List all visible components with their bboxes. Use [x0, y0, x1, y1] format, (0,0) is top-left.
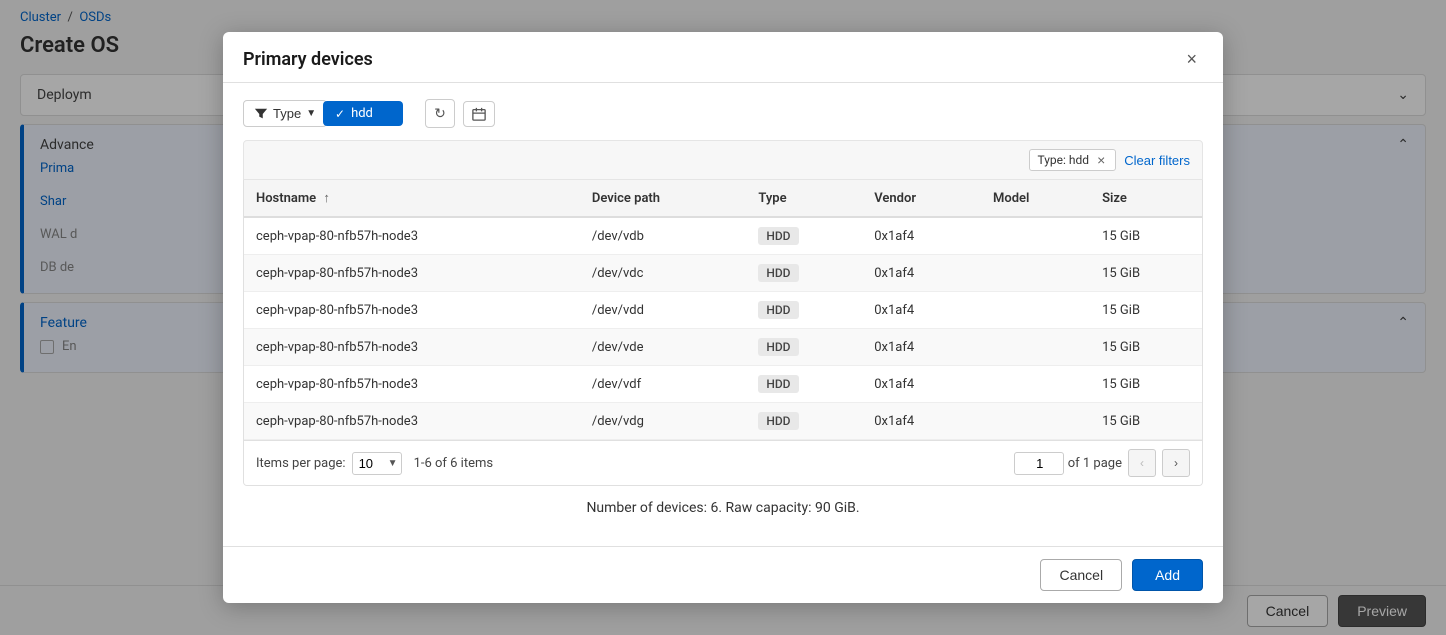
table-row[interactable]: ceph-vpap-80-nfb57h-node3 /dev/vdc HDD 0…: [244, 255, 1202, 292]
cell-hostname: ceph-vpap-80-nfb57h-node3: [244, 329, 580, 366]
filter-tag-close-button[interactable]: ×: [1095, 152, 1107, 168]
cell-size: 15 GiB: [1090, 403, 1202, 440]
cell-device-path: /dev/vdc: [580, 255, 746, 292]
page-nav: of 1 page ‹ ›: [1014, 449, 1190, 477]
cell-vendor: 0x1af4: [862, 366, 981, 403]
modal-cancel-button[interactable]: Cancel: [1040, 559, 1122, 591]
table-row[interactable]: ceph-vpap-80-nfb57h-node3 /dev/vdd HDD 0…: [244, 292, 1202, 329]
cell-model: [981, 366, 1090, 403]
cell-hostname: ceph-vpap-80-nfb57h-node3: [244, 292, 580, 329]
cell-model: [981, 403, 1090, 440]
cell-vendor: 0x1af4: [862, 255, 981, 292]
col-model: Model: [981, 180, 1090, 217]
table-row[interactable]: ceph-vpap-80-nfb57h-node3 /dev/vdb HDD 0…: [244, 217, 1202, 255]
next-page-button[interactable]: ›: [1162, 449, 1190, 477]
modal-body: Type ▼ ✓ hdd ↻ Type: hdd ×: [223, 83, 1223, 546]
cell-vendor: 0x1af4: [862, 292, 981, 329]
table-body: ceph-vpap-80-nfb57h-node3 /dev/vdb HDD 0…: [244, 217, 1202, 440]
page-number-input[interactable]: [1014, 452, 1064, 475]
summary-text: Number of devices: 6. Raw capacity: 90 G…: [586, 500, 859, 516]
devices-summary: Number of devices: 6. Raw capacity: 90 G…: [243, 486, 1203, 530]
cell-type: HDD: [746, 292, 862, 329]
cell-size: 15 GiB: [1090, 329, 1202, 366]
per-page-wrapper: 10 20 50 100 ▼: [352, 452, 402, 475]
items-count: 1-6 of 6 items: [414, 456, 1002, 471]
modal-footer: Cancel Add: [223, 546, 1223, 603]
per-page-select[interactable]: 10 20 50 100: [352, 452, 402, 475]
items-per-page-label: Items per page:: [256, 456, 346, 471]
cell-model: [981, 217, 1090, 255]
devices-table: Hostname ↑ Device path Type Vendor Model…: [244, 180, 1202, 440]
col-type: Type: [746, 180, 862, 217]
cell-hostname: ceph-vpap-80-nfb57h-node3: [244, 403, 580, 440]
col-device-path: Device path: [580, 180, 746, 217]
cell-size: 15 GiB: [1090, 366, 1202, 403]
refresh-button[interactable]: ↻: [425, 99, 455, 128]
sort-icon-hostname: ↑: [323, 191, 330, 206]
filter-label: Type: [273, 106, 301, 121]
table-header-row: Hostname ↑ Device path Type Vendor Model…: [244, 180, 1202, 217]
type-badge: HDD: [758, 227, 798, 245]
chevron-down-icon: ▼: [306, 108, 316, 119]
table-row[interactable]: ceph-vpap-80-nfb57h-node3 /dev/vde HDD 0…: [244, 329, 1202, 366]
modal-close-button[interactable]: ×: [1180, 48, 1203, 70]
primary-devices-modal: Primary devices × Type ▼ ✓ hdd ↻: [223, 32, 1223, 603]
cell-device-path: /dev/vdf: [580, 366, 746, 403]
col-vendor: Vendor: [862, 180, 981, 217]
col-hostname[interactable]: Hostname ↑: [244, 180, 580, 217]
col-size: Size: [1090, 180, 1202, 217]
page-input-wrapper: of 1 page: [1014, 452, 1122, 475]
type-badge: HDD: [758, 375, 798, 393]
page-of-label: of 1 page: [1068, 456, 1122, 471]
filter-type-button[interactable]: Type ▼: [243, 100, 327, 127]
cell-hostname: ceph-vpap-80-nfb57h-node3: [244, 366, 580, 403]
calendar-button[interactable]: [463, 101, 495, 127]
filter-dropdown[interactable]: ✓ hdd: [323, 101, 403, 126]
type-badge: HDD: [758, 338, 798, 356]
toolbar: Type ▼ ✓ hdd ↻: [243, 99, 1203, 128]
filter-tag-label: Type: hdd: [1038, 153, 1090, 167]
cell-vendor: 0x1af4: [862, 403, 981, 440]
filter-bar: Type: hdd × Clear filters: [243, 140, 1203, 180]
type-badge: HDD: [758, 412, 798, 430]
filter-icon: [254, 107, 268, 121]
cell-vendor: 0x1af4: [862, 329, 981, 366]
modal-header: Primary devices ×: [223, 32, 1223, 83]
cell-type: HDD: [746, 329, 862, 366]
cell-type: HDD: [746, 366, 862, 403]
prev-page-button[interactable]: ‹: [1128, 449, 1156, 477]
type-badge: HDD: [758, 301, 798, 319]
dropdown-value: hdd: [351, 106, 373, 121]
type-badge: HDD: [758, 264, 798, 282]
cell-size: 15 GiB: [1090, 292, 1202, 329]
items-per-page-control: Items per page: 10 20 50 100 ▼: [256, 452, 402, 475]
refresh-icon: ↻: [434, 105, 446, 122]
cell-vendor: 0x1af4: [862, 217, 981, 255]
clear-filters-button[interactable]: Clear filters: [1124, 153, 1190, 168]
filter-tag-hdd: Type: hdd ×: [1029, 149, 1117, 171]
cell-device-path: /dev/vde: [580, 329, 746, 366]
cell-model: [981, 255, 1090, 292]
pagination-bar: Items per page: 10 20 50 100 ▼ 1-6 of 6 …: [244, 440, 1202, 485]
modal-overlay: Primary devices × Type ▼ ✓ hdd ↻: [0, 0, 1446, 635]
cell-type: HDD: [746, 217, 862, 255]
cell-model: [981, 292, 1090, 329]
cell-model: [981, 329, 1090, 366]
modal-add-button[interactable]: Add: [1132, 559, 1203, 591]
cell-device-path: /dev/vdb: [580, 217, 746, 255]
table-row[interactable]: ceph-vpap-80-nfb57h-node3 /dev/vdf HDD 0…: [244, 366, 1202, 403]
cell-size: 15 GiB: [1090, 255, 1202, 292]
cell-type: HDD: [746, 403, 862, 440]
modal-title: Primary devices: [243, 49, 373, 70]
check-icon: ✓: [335, 107, 345, 121]
cell-hostname: ceph-vpap-80-nfb57h-node3: [244, 255, 580, 292]
table-row[interactable]: ceph-vpap-80-nfb57h-node3 /dev/vdg HDD 0…: [244, 403, 1202, 440]
cell-device-path: /dev/vdd: [580, 292, 746, 329]
devices-table-container: Hostname ↑ Device path Type Vendor Model…: [243, 180, 1203, 486]
cell-hostname: ceph-vpap-80-nfb57h-node3: [244, 217, 580, 255]
cell-size: 15 GiB: [1090, 217, 1202, 255]
calendar-icon: [472, 107, 486, 121]
cell-type: HDD: [746, 255, 862, 292]
cell-device-path: /dev/vdg: [580, 403, 746, 440]
